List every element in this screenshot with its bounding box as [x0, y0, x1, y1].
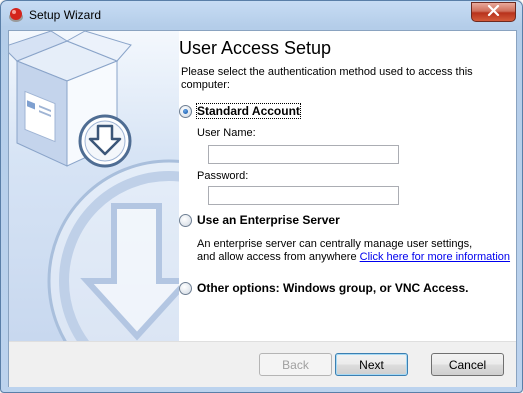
setup-wizard-window: Setup Wizard User Access Setup Please se… — [0, 0, 523, 393]
other-options-label[interactable]: Other options: Windows group, or VNC Acc… — [197, 281, 468, 295]
wizard-side-banner — [9, 31, 179, 341]
enterprise-server-option[interactable]: Use an Enterprise Server — [179, 213, 340, 227]
instructions-text: Please select the authentication method … — [181, 66, 473, 91]
password-input[interactable] — [208, 186, 399, 205]
close-icon — [487, 3, 500, 21]
enterprise-server-label[interactable]: Use an Enterprise Server — [197, 213, 340, 227]
standard-account-label[interactable]: Standard Account — [196, 103, 301, 119]
page-title: User Access Setup — [179, 38, 332, 58]
setup-app-icon — [8, 7, 24, 23]
other-options-option[interactable]: Other options: Windows group, or VNC Acc… — [179, 281, 468, 295]
enterprise-server-radio[interactable] — [179, 213, 192, 227]
close-button[interactable] — [471, 2, 516, 22]
other-options-radio[interactable] — [179, 281, 192, 295]
wizard-button-bar: Back Next Cancel — [9, 341, 516, 387]
enterprise-description: An enterprise server can centrally manag… — [197, 238, 510, 264]
window-title: Setup Wizard — [29, 8, 102, 22]
wizard-client-area: User Access Setup Please select the auth… — [8, 30, 517, 387]
wizard-content: User Access Setup Please select the auth… — [179, 31, 516, 341]
username-label: User Name: — [197, 127, 256, 139]
enterprise-desc-line-2: and allow access from anywhere Click her… — [197, 251, 510, 264]
username-input[interactable] — [208, 145, 399, 164]
install-box-illustration — [9, 31, 179, 341]
enterprise-desc-line-1: An enterprise server can centrally manag… — [197, 238, 473, 250]
back-button[interactable]: Back — [259, 353, 332, 376]
enterprise-desc-line-2-text: and allow access from anywhere — [197, 251, 357, 263]
cancel-button[interactable]: Cancel — [431, 353, 504, 376]
standard-account-radio[interactable] — [179, 104, 192, 118]
next-button[interactable]: Next — [335, 353, 408, 376]
title-bar[interactable]: Setup Wizard — [1, 1, 522, 29]
standard-account-option[interactable]: Standard Account — [179, 103, 301, 119]
more-info-link[interactable]: Click here for more information — [360, 251, 510, 263]
password-label: Password: — [197, 170, 249, 182]
